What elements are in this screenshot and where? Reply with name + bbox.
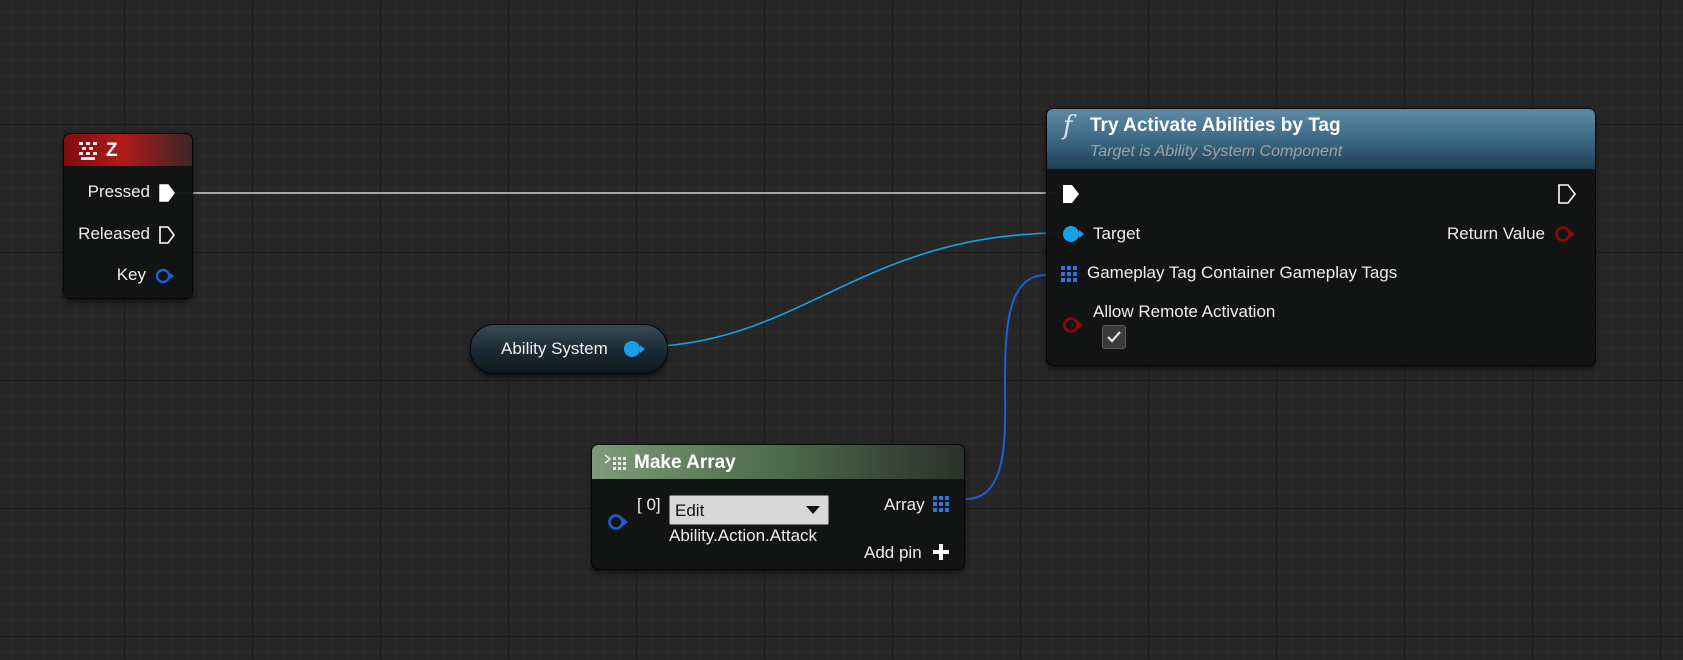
node-title: Try Activate Abilities by Tag — [1090, 115, 1341, 136]
pressed-exec-pin[interactable] — [158, 183, 176, 203]
array-output-pin[interactable] — [933, 496, 949, 512]
target-pin-label: Target — [1093, 224, 1141, 243]
array-pin-label: Array — [884, 495, 925, 514]
chevron-down-icon — [806, 506, 820, 514]
add-pin-label: Add pin — [864, 543, 922, 562]
node-subtitle: Target is Ability System Component — [1090, 143, 1343, 160]
target-wire[interactable] — [637, 232, 1063, 348]
array-wire[interactable] — [965, 274, 1047, 500]
return-value-pin-label: Return Value — [1447, 224, 1545, 243]
ability-system-variable-node[interactable]: Ability System — [470, 324, 668, 374]
ability-system-output-pin[interactable] — [622, 338, 646, 360]
released-exec-pin[interactable] — [158, 225, 176, 245]
key-event-node[interactable]: Z Pressed Released Key — [63, 133, 193, 299]
element-0-input-pin[interactable] — [606, 511, 630, 533]
keyboard-icon — [79, 142, 97, 160]
make-array-node[interactable]: Make Array [ 0] Edit Ability.Action.Atta… — [591, 444, 965, 570]
key-pin-label: Key — [116, 265, 146, 284]
exec-in-pin[interactable] — [1061, 183, 1081, 205]
tag-edit-dropdown[interactable]: Edit — [669, 495, 829, 525]
key-struct-pin[interactable] — [154, 266, 176, 286]
target-input-pin[interactable] — [1061, 223, 1085, 245]
node-title: Make Array — [634, 452, 736, 473]
node-title: Z — [106, 140, 118, 161]
exec-out-pin[interactable] — [1557, 183, 1577, 205]
return-value-bool-pin[interactable] — [1553, 223, 1577, 245]
gameplay-tags-array-pin[interactable] — [1061, 266, 1077, 282]
element-index-label: [ 0] — [637, 495, 661, 514]
checkmark-icon — [1107, 331, 1121, 343]
gameplay-tags-pin-label: Gameplay Tag Container Gameplay Tags — [1087, 263, 1398, 282]
allow-remote-bool-pin[interactable] — [1061, 314, 1085, 336]
allow-remote-pin-label: Allow Remote Activation — [1093, 302, 1276, 321]
allow-remote-checkbox[interactable] — [1102, 325, 1126, 349]
dropdown-value: Edit — [675, 501, 705, 520]
pressed-pin-label: Pressed — [87, 182, 150, 201]
ability-system-label: Ability System — [501, 339, 608, 358]
tag-value-text: Ability.Action.Attack — [669, 526, 818, 545]
function-icon: f — [1063, 111, 1073, 141]
make-array-icon — [604, 454, 626, 470]
add-pin-plus-icon[interactable] — [933, 544, 949, 560]
try-activate-abilities-node[interactable]: f Try Activate Abilities by Tag Target i… — [1046, 108, 1596, 366]
released-pin-label: Released — [78, 224, 150, 243]
